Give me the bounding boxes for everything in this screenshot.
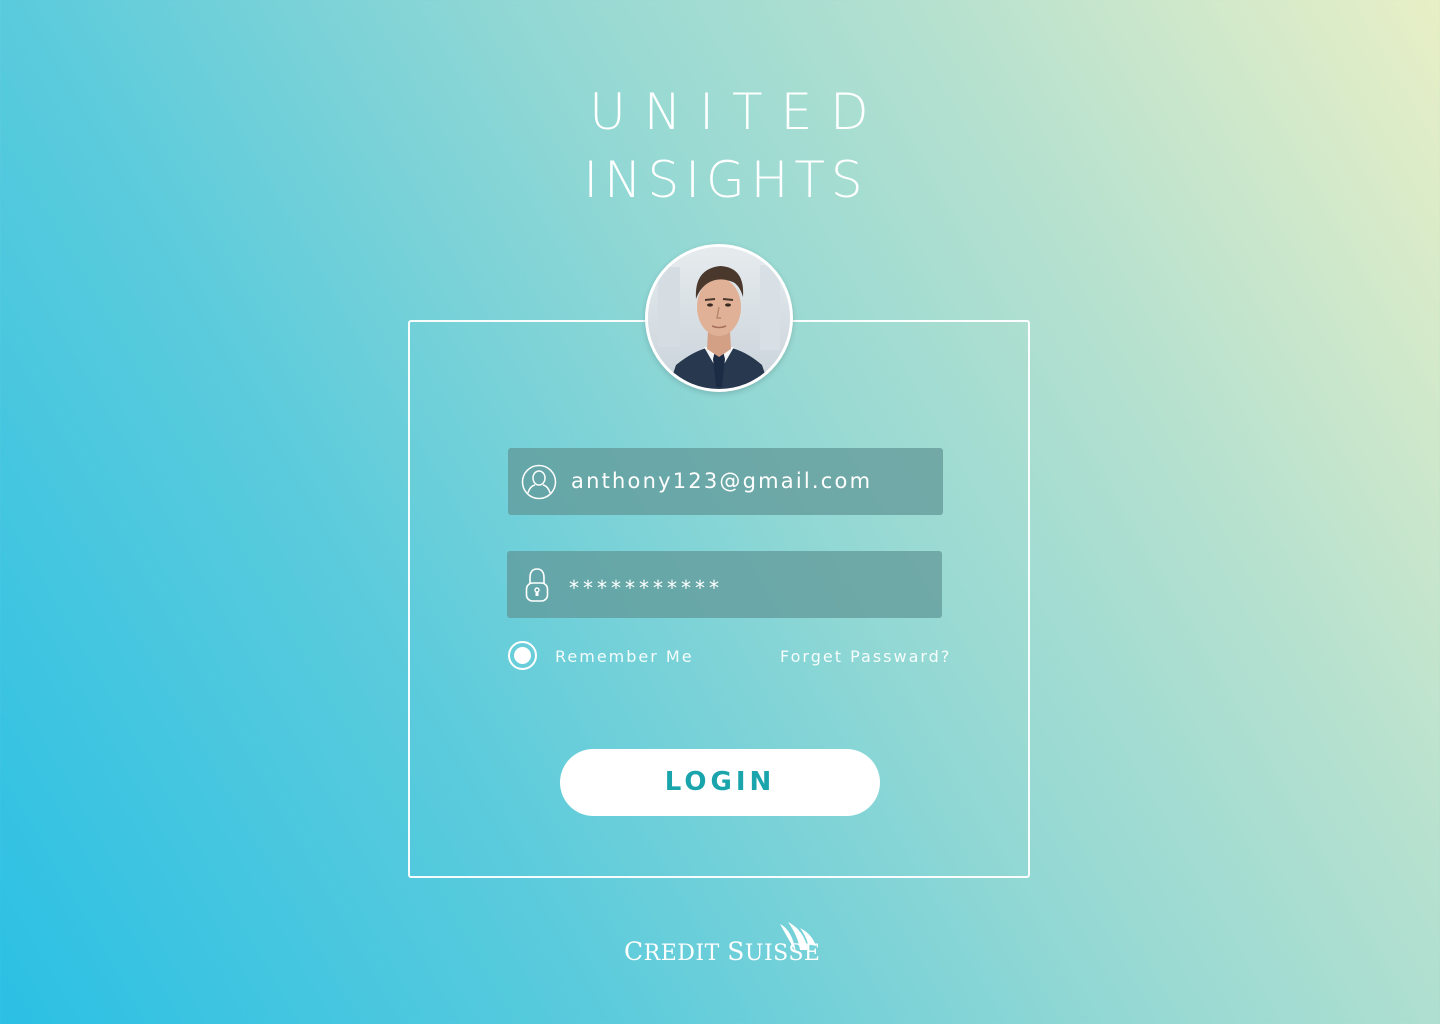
- credit-suisse-logo: CREDIT SUISSE: [622, 918, 822, 968]
- forgot-password-link[interactable]: Forget Passward?: [780, 646, 951, 668]
- avatar: [645, 244, 793, 392]
- logo-letters-redit: REDIT: [643, 941, 720, 966]
- brand-title-line-2: INSIGHTS: [583, 151, 869, 209]
- remember-me-label[interactable]: Remember Me: [555, 646, 694, 668]
- lock-icon: [525, 568, 549, 602]
- brand-title-line-1: UNITED: [589, 83, 887, 141]
- user-photo-avatar: [648, 247, 790, 389]
- user-icon: [521, 464, 557, 500]
- email-value: anthony123@gmail.com: [571, 469, 873, 493]
- logo-letter-s: S: [727, 937, 745, 966]
- logo-letter-c: C: [624, 937, 644, 966]
- login-button[interactable]: LOGIN: [560, 749, 880, 816]
- email-field[interactable]: anthony123@gmail.com: [508, 448, 943, 515]
- password-field[interactable]: ***********: [507, 551, 942, 618]
- radio-selected-dot: [514, 647, 531, 664]
- remember-me-radio[interactable]: [508, 641, 537, 670]
- password-value: ***********: [569, 576, 723, 600]
- sails-logo-icon: [780, 922, 816, 952]
